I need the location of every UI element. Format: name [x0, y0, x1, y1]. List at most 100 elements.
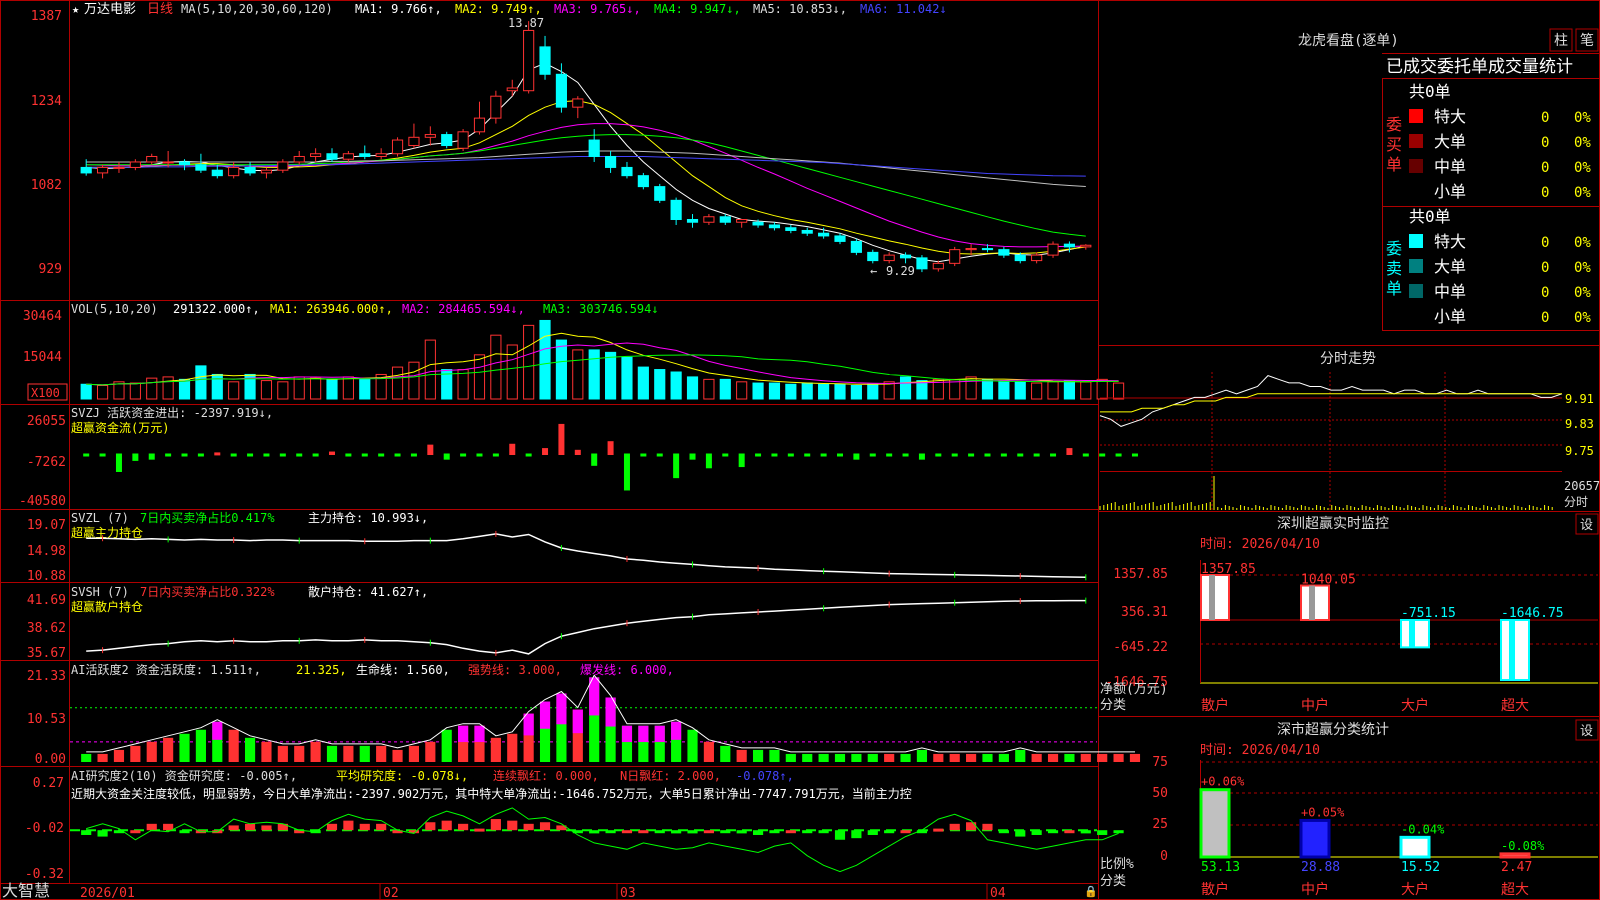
research-bar [359, 823, 370, 831]
active-bar [130, 745, 141, 762]
flow-bar [410, 453, 417, 457]
vol-axis: 30464 15044 [23, 309, 62, 365]
active-bar [392, 749, 403, 762]
cls-bar-value: 53.13 [1201, 860, 1240, 875]
volume-bar [981, 378, 994, 400]
volume-bar [326, 378, 338, 400]
sz-bar-shade [1409, 620, 1415, 648]
active-bar [359, 745, 370, 762]
flow-bar [509, 443, 516, 455]
flow-bar [771, 453, 778, 457]
ai-research-b: 平均研究度: -0.078↓, [336, 768, 468, 783]
svzj-tick: -7262 [27, 455, 66, 470]
flow-bar [656, 453, 663, 457]
flow-bar [460, 453, 467, 457]
volume-bar [408, 361, 420, 400]
vol-ma1: MA1: 263946.000↑, [270, 302, 393, 316]
stock-chart-workspace[interactable]: ★ 万达电影 日线 MA(5,10,20,30,60,120) MA1: 9.7… [0, 0, 1600, 900]
volume-bar [473, 354, 486, 400]
volume-bar [850, 385, 862, 400]
svzl-tick: 19.07 [27, 518, 66, 533]
price-chart[interactable] [80, 21, 1092, 273]
flow-bar [820, 453, 827, 457]
active-bar [1047, 753, 1059, 762]
research-bar [244, 823, 256, 831]
bar-toggle-label: 柱 [1554, 33, 1568, 49]
order-swatch [1409, 259, 1423, 273]
flow-bar [83, 453, 90, 457]
research-bar [589, 830, 600, 834]
research-bar [130, 830, 141, 834]
research-bar [1113, 830, 1124, 834]
order-name: 小单 [1434, 182, 1466, 201]
low-annotation: 9.29 [886, 264, 915, 278]
sz-category: 散户 [1201, 697, 1229, 714]
active-bar [884, 753, 895, 762]
active-bar [900, 753, 911, 762]
sz-chart[interactable]: 1357.85 散户 1040.05 中户 -751.15 大户 -1646.75 超大 [1200, 560, 1598, 714]
active-bar [1064, 753, 1075, 762]
sz-bar-shade [1209, 575, 1215, 620]
ai-research-axis: 0.27 -0.02 -0.32 [25, 776, 64, 882]
buy-label-1: 委 [1386, 115, 1402, 134]
research-bar [490, 819, 501, 831]
svsh-header: SVSH (7) 7日内买卖净占比0.322% 散户持仓: 41.627↑, 超… [71, 584, 428, 614]
minute-vol-unit: 分时 [1564, 495, 1588, 509]
cls-tick: 50 [1152, 786, 1168, 801]
ai-research-tick: -0.32 [25, 867, 64, 882]
sz-bar-shade [1309, 585, 1315, 620]
research-bar [834, 830, 846, 840]
cls-tick: 0 [1160, 849, 1168, 864]
ai-active-d: 强势线: 3.000, [468, 663, 562, 677]
minute-tick: 9.91 [1565, 392, 1594, 406]
active-bar-top [621, 725, 633, 743]
candle-body [654, 186, 666, 201]
research-bar [376, 823, 387, 831]
svzl-chart[interactable] [86, 530, 1087, 581]
ai-active-chart[interactable] [70, 674, 1141, 762]
candle-body [1063, 243, 1075, 248]
candle-body [523, 29, 535, 92]
candle-body [244, 166, 256, 174]
research-bar [654, 830, 665, 834]
order-name: 特大 [1434, 232, 1466, 251]
cls-chart[interactable]: +0.06% 53.13 散户 +0.05% 28.88 中户 -0.04% 15.52 大户 -… [1199, 760, 1598, 898]
volume-bar [277, 381, 289, 400]
order-count: 0 [1541, 135, 1549, 151]
cls-cat-label: 分类 [1100, 874, 1126, 889]
price-axis: 1387 1234 1082 929 [31, 9, 62, 277]
star-icon[interactable]: ★ [72, 2, 79, 16]
sz-bar-value: 1357.85 [1201, 562, 1256, 577]
research-bar [933, 828, 944, 832]
svsh-tick: 35.67 [27, 646, 66, 661]
research-bar [425, 822, 436, 831]
flow-bar [837, 453, 843, 457]
ai-active-c: 生命线: 1.560, [356, 662, 450, 677]
minute-chart[interactable] [1099, 372, 1563, 510]
candle-body [1031, 254, 1043, 262]
price-tick: 1234 [31, 94, 62, 109]
lock-icon[interactable]: 🔒 [1084, 885, 1098, 898]
holding-line [86, 533, 1086, 579]
flow-bar [951, 453, 958, 457]
volume-bar [572, 349, 584, 400]
flow-bar [427, 444, 434, 455]
ai-research-chart[interactable] [70, 807, 1124, 873]
order-pct: 0% [1574, 160, 1591, 176]
volume-chart[interactable] [80, 319, 1125, 400]
svzl-ratio: 7日内买卖净占比0.417% [140, 510, 275, 525]
active-bar [113, 749, 125, 762]
period-label[interactable]: 日线 [147, 2, 173, 17]
cls-tick: 75 [1152, 755, 1168, 770]
research-bar [703, 830, 714, 834]
svsh-chart[interactable] [86, 597, 1087, 656]
volume-bar [605, 351, 617, 400]
volume-bar [195, 365, 207, 400]
candle-body [555, 73, 567, 108]
research-bar [1080, 830, 1091, 834]
svzj-chart[interactable] [83, 423, 1138, 491]
ma-line [86, 100, 1086, 255]
active-bar [163, 737, 174, 762]
flow-bar [673, 453, 680, 479]
cls-bar [1399, 835, 1431, 859]
